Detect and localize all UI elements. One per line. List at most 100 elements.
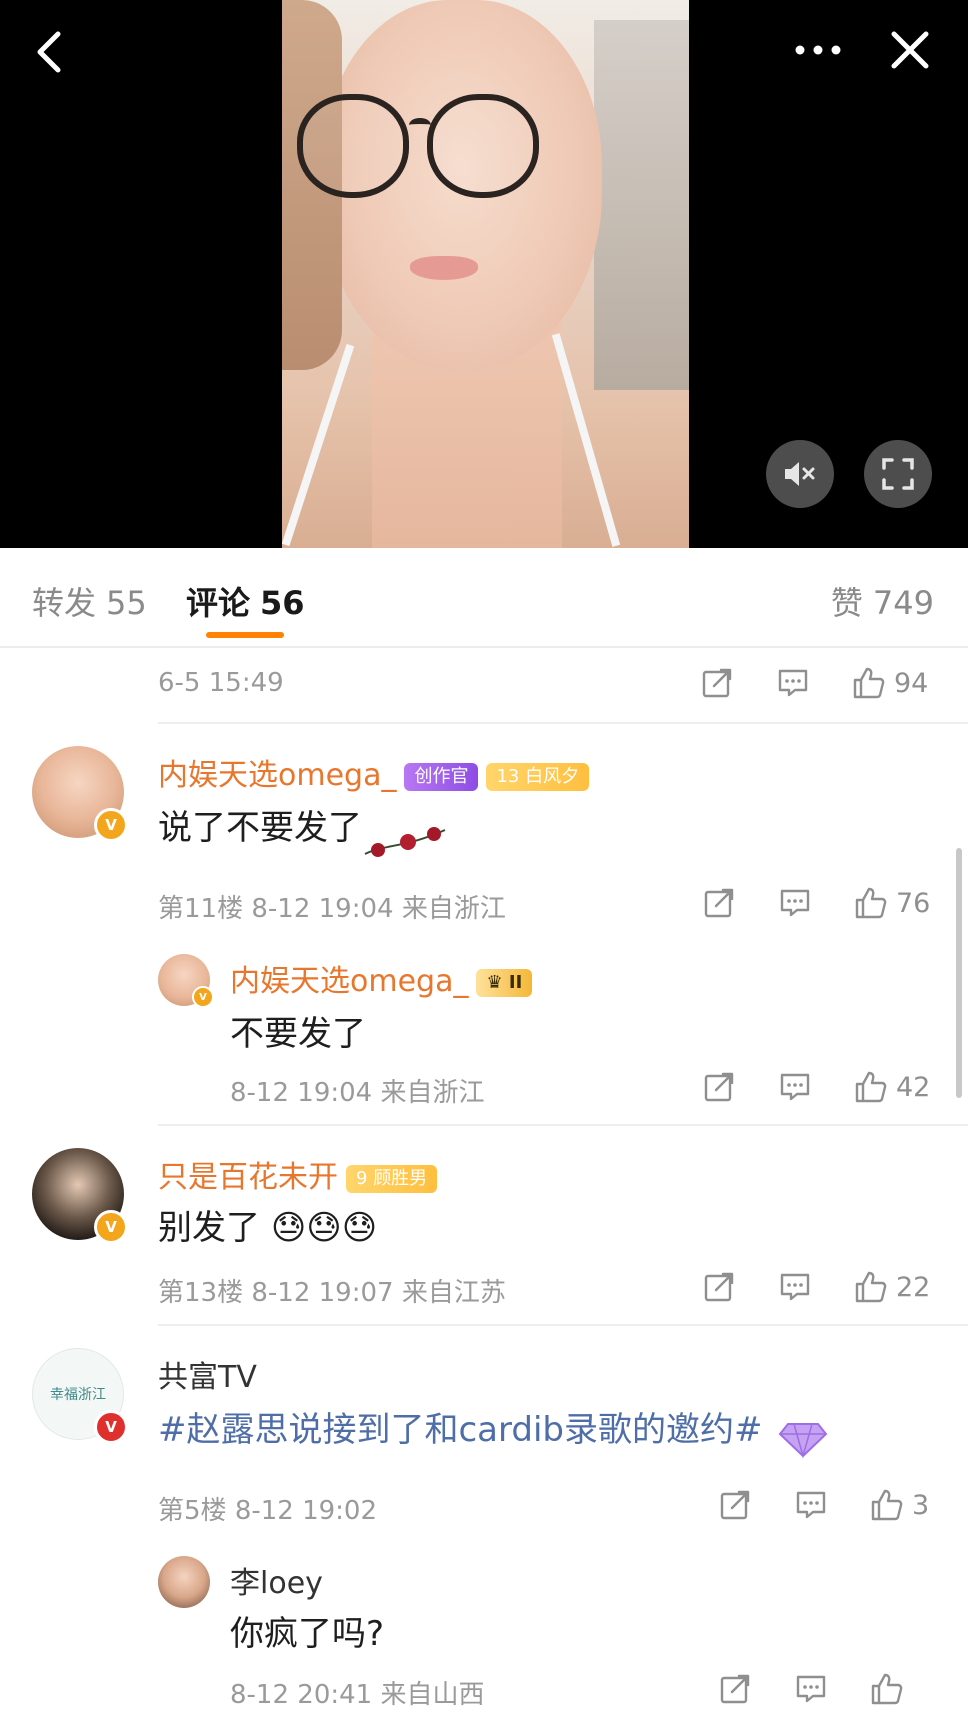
like-icon: [870, 1488, 904, 1522]
crown-badge-label: II: [508, 971, 523, 993]
like-count: 3: [912, 1489, 930, 1521]
reply-actions: [718, 1672, 904, 1706]
like-button[interactable]: 76: [854, 886, 934, 920]
like-count: 94: [894, 667, 929, 699]
avatar[interactable]: V: [32, 1148, 128, 1244]
reply-icon[interactable]: [778, 886, 812, 920]
divider: [158, 1124, 968, 1126]
reply-username[interactable]: 内娱天选omega_ ♛ II: [230, 956, 533, 1000]
avatar-logo-text: 幸福浙江: [50, 1387, 106, 1403]
like-button[interactable]: [870, 1672, 904, 1706]
comment-location: 来自江苏: [401, 1278, 506, 1308]
crown-badge: ♛ II: [476, 968, 533, 997]
comment-username[interactable]: 内娱天选omega_ 创作官 13 白风夕: [158, 750, 590, 794]
comment-floor: 第13楼: [158, 1278, 244, 1308]
comment-meta: 第5楼 8-12 19:02: [158, 1490, 377, 1527]
tab-likes-label: 赞: [830, 584, 863, 622]
reply-avatar[interactable]: V: [158, 954, 214, 1008]
reply-text: 你疯了吗?: [230, 1614, 385, 1654]
tab-comments-label: 评论: [186, 584, 251, 622]
close-icon[interactable]: [888, 28, 932, 72]
reply-meta: 8-12 20:41 来自山西: [230, 1674, 484, 1711]
tab-repost-count: 55: [106, 584, 147, 622]
comment-meta: 第13楼 8-12 19:07 来自江苏: [158, 1272, 506, 1309]
comment-username[interactable]: 共富TV: [158, 1352, 257, 1396]
strap-left: [282, 343, 355, 547]
like-count: 22: [896, 1271, 931, 1303]
fan-badge-label: 白风夕: [525, 765, 580, 787]
video-frame[interactable]: [282, 0, 689, 548]
reply-icon[interactable]: [794, 1488, 828, 1522]
avatar[interactable]: V: [32, 746, 128, 842]
reply-icon[interactable]: [778, 1270, 812, 1304]
more-icon[interactable]: [790, 28, 846, 72]
fan-badge: 9 顾胜男: [346, 1164, 438, 1193]
verified-badge: V: [94, 1210, 128, 1244]
fullscreen-icon: [882, 458, 914, 490]
scrollbar[interactable]: [956, 848, 962, 1098]
verified-badge: V: [94, 1410, 128, 1444]
share-icon[interactable]: [702, 886, 736, 920]
reply-time: 8-12 20:41: [230, 1680, 373, 1710]
like-button[interactable]: 94: [852, 666, 932, 700]
verified-badge: V: [192, 986, 214, 1008]
fullscreen-button[interactable]: [864, 440, 932, 508]
like-button[interactable]: 3: [870, 1488, 950, 1522]
comment-actions: 94: [700, 666, 932, 700]
mute-icon: [785, 462, 815, 486]
background-wall: [594, 20, 689, 390]
reply-icon[interactable]: [778, 1070, 812, 1104]
comment-location: 来自浙江: [401, 894, 506, 924]
reply-time: 8-12 19:04: [230, 1078, 373, 1108]
sweat-emoji: 😓: [341, 1208, 378, 1248]
reply-icon[interactable]: [794, 1672, 828, 1706]
like-icon: [852, 666, 886, 700]
tab-repost[interactable]: 转发 55: [32, 578, 147, 624]
tab-repost-label: 转发: [32, 584, 97, 622]
like-count: 42: [896, 1071, 931, 1103]
tab-likes[interactable]: 赞 749: [831, 578, 934, 624]
share-icon[interactable]: [700, 666, 734, 700]
mute-button[interactable]: [766, 440, 834, 508]
tab-comments-count: 56: [260, 584, 305, 622]
comment-text-body: 别发了: [158, 1208, 260, 1248]
share-icon[interactable]: [702, 1270, 736, 1304]
divider: [158, 722, 968, 724]
reply-meta: 8-12 19:04 来自浙江: [230, 1072, 484, 1109]
sweat-emoji: 😓: [306, 1208, 342, 1248]
comment-time: 6-5 15:49: [158, 668, 284, 698]
comment-floor: 第5楼: [158, 1496, 227, 1526]
comment-text: 说了不要发了: [158, 808, 362, 848]
username-text: 内娱天选omega_: [158, 758, 397, 793]
like-button[interactable]: 22: [854, 1270, 934, 1304]
tab-comments[interactable]: 评论 56: [186, 578, 305, 624]
reply-username[interactable]: 李loey: [230, 1558, 323, 1602]
fan-badge-label: 顾胜男: [373, 1167, 428, 1189]
glasses-bridge: [409, 118, 431, 132]
comment-time: 8-12 19:04: [251, 894, 394, 924]
avatar[interactable]: 幸福浙江 V: [32, 1348, 128, 1444]
like-icon: [854, 1070, 888, 1104]
comment-meta: 第11楼 8-12 19:04 来自浙江: [158, 888, 506, 925]
share-icon[interactable]: [718, 1672, 752, 1706]
share-icon[interactable]: [718, 1488, 752, 1522]
video-subject-lips: [410, 256, 478, 280]
fan-level: 9: [356, 1167, 368, 1189]
reply-icon[interactable]: [776, 666, 810, 700]
username-text: 只是百花未开: [158, 1160, 338, 1195]
comment-floor: 第11楼: [158, 894, 244, 924]
like-button[interactable]: 42: [854, 1070, 934, 1104]
reply-avatar[interactable]: [158, 1556, 210, 1608]
fan-level: 13: [496, 765, 520, 787]
tab-likes-count: 749: [872, 584, 934, 622]
comment-username[interactable]: 只是百花未开 9 顾胜男: [158, 1152, 438, 1196]
like-count: 76: [896, 887, 931, 919]
comment-time: 8-12 19:07: [251, 1278, 394, 1308]
topic-link[interactable]: #赵露思说接到了和cardib录歌的邀约#: [158, 1402, 763, 1451]
rose-sticker: [364, 827, 446, 857]
back-icon[interactable]: [30, 30, 70, 74]
diamond-icon: [778, 1423, 828, 1459]
share-icon[interactable]: [702, 1070, 736, 1104]
sweat-emoji: 😓: [270, 1208, 307, 1248]
tab-bar: 转发 55 评论 56 赞 749: [0, 548, 968, 648]
